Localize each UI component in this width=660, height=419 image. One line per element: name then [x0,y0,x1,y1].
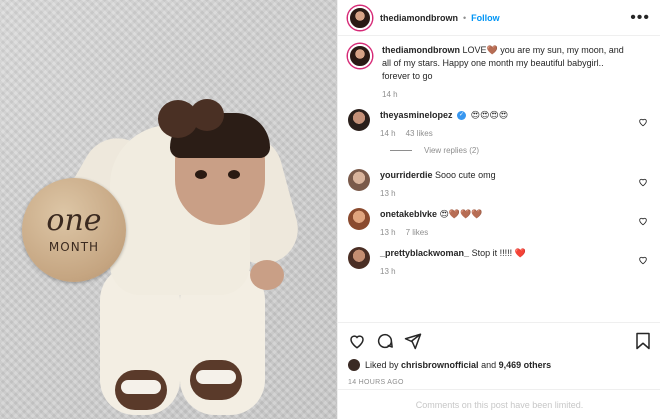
share-icon[interactable] [404,332,422,350]
author-avatar[interactable] [348,5,372,30]
caption-time: 14 h [382,90,398,99]
plaque-big-text: one [46,203,102,238]
heart-icon[interactable] [638,117,648,127]
comments-limited-notice: Comments on this post have been limited. [338,389,660,419]
comment-username[interactable]: theyasminelopez [380,110,453,120]
comment-item: onetakeblvke 😍🤎🤎🤎 13 h 7 likes [348,208,650,237]
commenter-avatar[interactable] [348,109,370,131]
milestone-plaque: one MONTH [22,178,126,282]
comment-text: 😍🤎🤎🤎 [439,209,483,219]
comment-time: 13 h [380,267,396,276]
comment-username[interactable]: onetakeblvke [380,209,437,219]
comment-icon[interactable] [376,332,394,350]
heart-icon[interactable] [638,177,648,187]
comment-likes[interactable]: 7 likes [406,228,429,237]
commenter-avatar[interactable] [348,247,370,269]
caption: thediamondbrown LOVE🤎 you are my sun, my… [348,44,650,99]
follow-button[interactable]: Follow [471,13,500,23]
plaque-small-text: MONTH [48,240,100,254]
instagram-post: one MONTH thediamondbrown • Follow ••• t… [0,0,660,419]
likes-others[interactable]: 9,469 others [499,360,552,370]
post-actions: Liked by chrisbrownofficial and 9,469 ot… [338,322,660,386]
author-username[interactable]: thediamondbrown [380,13,458,23]
comment-item: _prettyblackwoman_ Stop it !!!!! ❤️ 13 h [348,247,650,276]
caption-avatar[interactable] [348,44,372,68]
comment-likes[interactable]: 43 likes [406,129,433,138]
post-photo[interactable]: one MONTH [0,0,337,419]
view-replies-button[interactable]: View replies (2) [390,146,650,155]
comment-time: 13 h [380,189,396,198]
post-side-panel: thediamondbrown • Follow ••• thediamondb… [337,0,660,419]
comment-username[interactable]: _prettyblackwoman_ [380,248,469,258]
liker-username[interactable]: chrisbrownofficial [401,360,479,370]
verified-icon: ✓ [457,111,467,121]
post-timestamp[interactable]: 14 HOURS AGO [348,379,651,386]
post-header: thediamondbrown • Follow ••• [338,0,660,36]
comment-time: 13 h [380,228,396,237]
separator-dot: • [463,12,467,23]
comment-text: 😍😍😍😍 [470,110,509,120]
likes-prefix: Liked by [365,360,399,370]
heart-icon[interactable] [638,255,648,265]
heart-icon[interactable] [348,332,366,350]
liker-avatar[interactable] [348,359,360,371]
bookmark-icon[interactable] [635,332,651,350]
heart-icon[interactable] [638,216,648,226]
likes-summary: Liked by chrisbrownofficial and 9,469 ot… [348,359,651,371]
more-icon[interactable]: ••• [630,9,650,26]
comment-text: Sooo cute omg [435,170,496,180]
comment-item: yourriderdie Sooo cute omg 13 h [348,169,650,198]
likes-and: and [481,360,497,370]
comments-list: thediamondbrown LOVE🤎 you are my sun, my… [338,36,660,276]
comment-time: 14 h [380,129,396,138]
comment-text: Stop it !!!!! ❤️ [471,248,526,258]
action-icons [348,329,651,353]
view-replies-label: View replies (2) [424,146,479,155]
caption-username[interactable]: thediamondbrown [382,45,460,55]
commenter-avatar[interactable] [348,169,370,191]
comment-item: theyasminelopez ✓ 😍😍😍😍 14 h 43 likes [348,109,650,138]
comment-username[interactable]: yourriderdie [380,170,433,180]
commenter-avatar[interactable] [348,208,370,230]
